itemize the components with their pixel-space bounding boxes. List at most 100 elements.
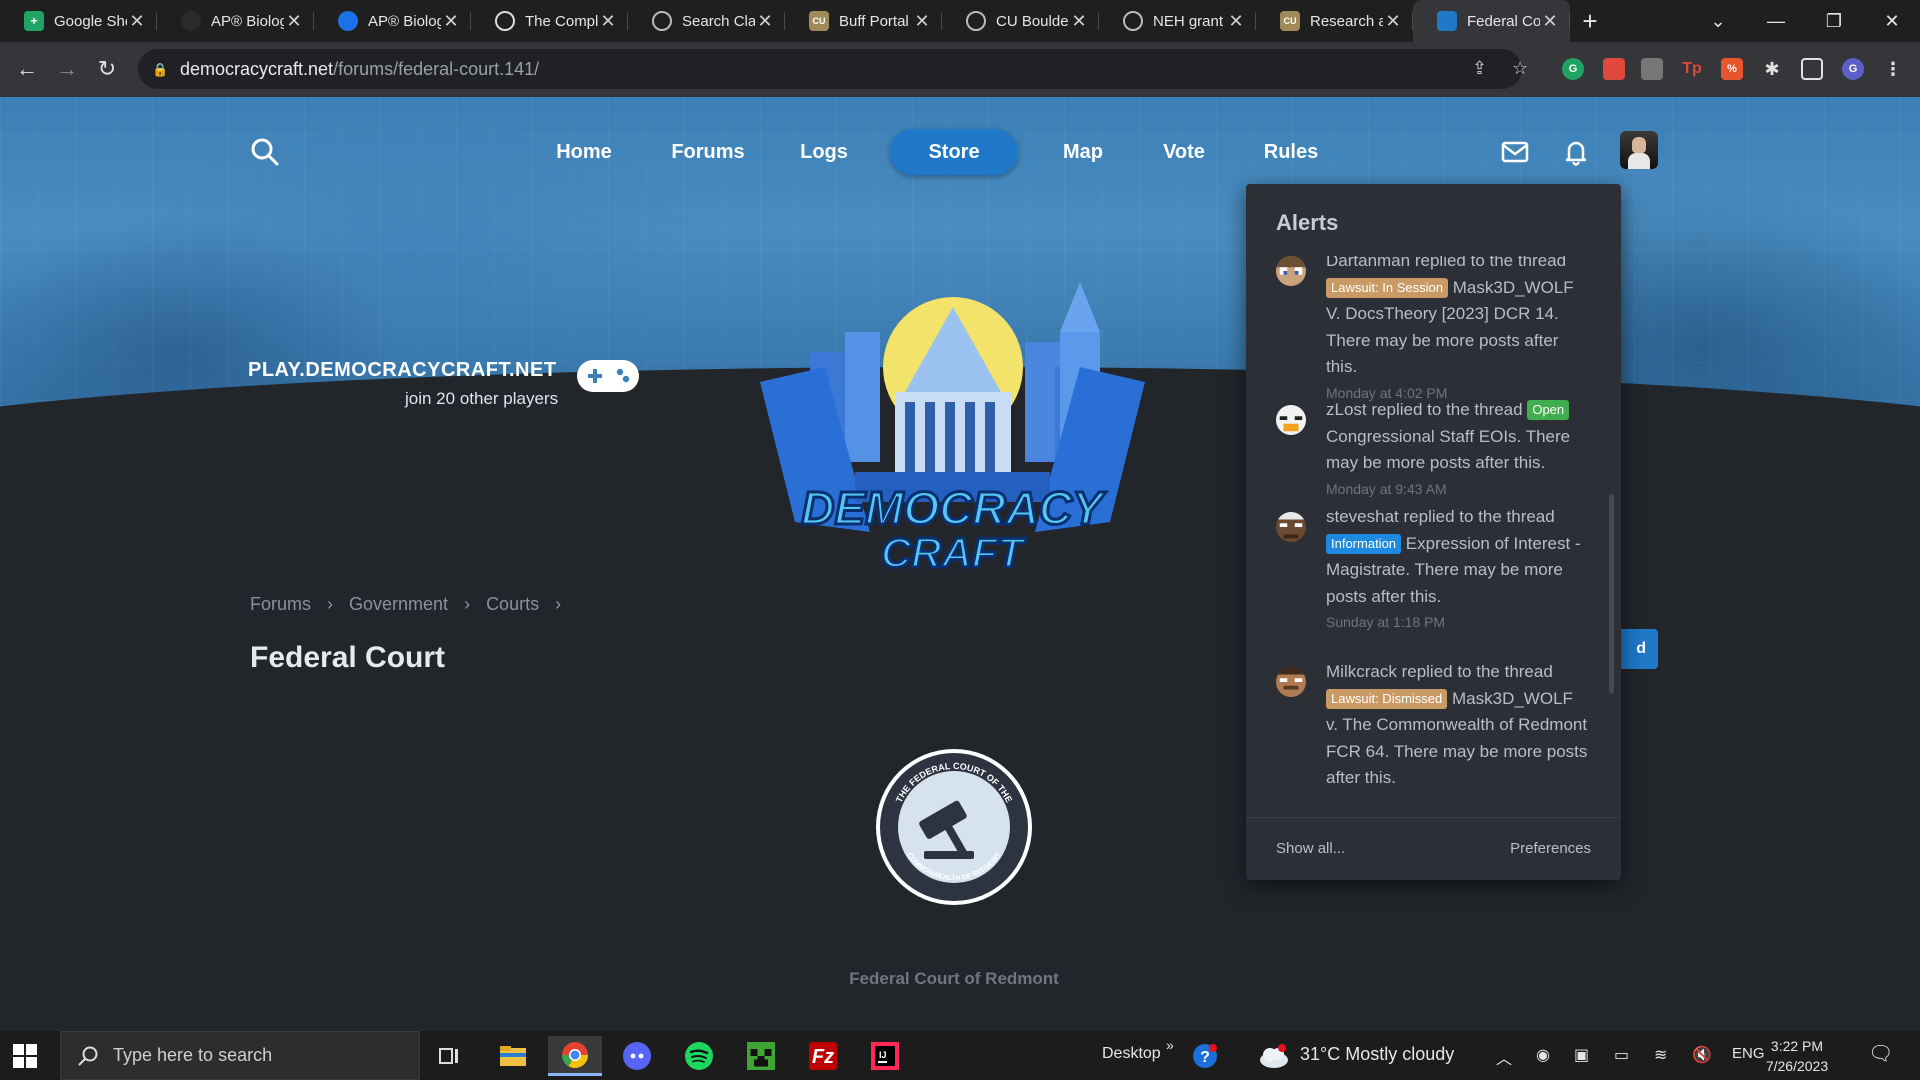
windows-start-icon[interactable] xyxy=(12,1043,38,1069)
nav-vote[interactable]: Vote xyxy=(1156,129,1212,175)
taskbar-search-input[interactable]: Type here to search xyxy=(60,1031,420,1080)
browser-tab[interactable]: + Google Sheets ✕ xyxy=(0,0,157,42)
mail-icon[interactable] xyxy=(1500,137,1530,167)
browser-tab[interactable]: AP® Biology ✕ xyxy=(157,0,314,42)
new-tab-button[interactable]: + xyxy=(1570,0,1610,42)
alert-user[interactable]: Dartanman xyxy=(1326,256,1410,270)
minecraft-avatar[interactable] xyxy=(1276,405,1306,435)
preferences-link[interactable]: Preferences xyxy=(1510,840,1591,857)
battery-icon[interactable]: ▭ xyxy=(1614,1045,1629,1065)
alerts-scrollbar[interactable] xyxy=(1609,494,1614,694)
tab-search-icon[interactable]: ⌄ xyxy=(1690,0,1746,42)
close-icon[interactable]: ✕ xyxy=(1383,11,1403,32)
browser-tab[interactable]: NEH grant ✕ xyxy=(1099,0,1256,42)
chevron-more-icon[interactable]: » xyxy=(1166,1037,1174,1053)
tab-title: AP® Biology xyxy=(211,12,284,30)
window-close-icon[interactable]: ✕ xyxy=(1864,0,1920,42)
alert-user[interactable]: Milkcrack xyxy=(1326,662,1397,681)
browser-tab-active[interactable]: Federal Court ✕ xyxy=(1413,0,1570,42)
back-icon[interactable]: ← xyxy=(10,52,44,86)
url-text: democracycraft.net/forums/federal-court.… xyxy=(180,58,540,79)
speaker-muted-icon[interactable]: 🔇 xyxy=(1692,1045,1712,1065)
democracycraft-logo[interactable]: DEMOCRACY CRAFT xyxy=(755,272,1150,582)
alert-body: steveshat replied to the thread Informat… xyxy=(1326,504,1588,632)
nav-rules[interactable]: Rules xyxy=(1260,129,1322,175)
extension-icon[interactable] xyxy=(1641,58,1663,80)
browser-tab[interactable]: CU Research and ✕ xyxy=(1256,0,1413,42)
alert-time: Sunday at 1:18 PM xyxy=(1326,614,1446,630)
extension-icon[interactable] xyxy=(1603,58,1625,80)
nav-store[interactable]: Store xyxy=(890,129,1018,175)
close-icon[interactable]: ✕ xyxy=(1226,11,1246,32)
side-panel-icon[interactable] xyxy=(1801,58,1823,80)
minecraft-avatar[interactable] xyxy=(1276,512,1306,542)
nav-home[interactable]: Home xyxy=(548,129,620,175)
filezilla-icon[interactable]: Fz xyxy=(796,1036,850,1076)
share-icon[interactable]: ⇪ xyxy=(1472,58,1487,79)
reload-icon[interactable]: ↻ xyxy=(90,52,124,86)
address-bar[interactable]: 🔒 democracycraft.net/forums/federal-cour… xyxy=(138,49,1522,89)
close-icon[interactable]: ✕ xyxy=(598,11,618,32)
show-all-link[interactable]: Show all... xyxy=(1276,840,1345,857)
alert-user[interactable]: steveshat xyxy=(1326,507,1399,526)
restore-icon[interactable]: ❐ xyxy=(1806,0,1862,42)
browser-tab[interactable]: The Complete ✕ xyxy=(471,0,628,42)
browser-tab[interactable]: AP® Biology ✕ xyxy=(314,0,471,42)
discord-icon[interactable] xyxy=(610,1036,664,1076)
user-avatar[interactable] xyxy=(1620,131,1658,169)
search-icon[interactable] xyxy=(250,137,280,167)
nav-logs[interactable]: Logs xyxy=(796,129,852,175)
minecraft-icon[interactable] xyxy=(734,1036,788,1076)
close-icon[interactable]: ✕ xyxy=(1540,11,1560,32)
minecraft-avatar[interactable] xyxy=(1276,256,1306,286)
alert-thread[interactable]: Congressional Staff EOIs. There may be m… xyxy=(1326,427,1570,473)
close-icon[interactable]: ✕ xyxy=(1069,11,1089,32)
browser-tab[interactable]: CU Boulder ✕ xyxy=(942,0,1099,42)
bookmark-star-icon[interactable]: ☆ xyxy=(1512,58,1528,79)
close-icon[interactable]: ✕ xyxy=(755,11,775,32)
forward-icon[interactable]: → xyxy=(50,52,84,86)
gamepad-icon[interactable] xyxy=(576,359,640,393)
chrome-icon[interactable] xyxy=(548,1036,602,1076)
close-icon[interactable]: ✕ xyxy=(284,11,304,32)
notifications-icon[interactable]: 🗨 xyxy=(1868,1041,1893,1066)
breadcrumb-courts[interactable]: Courts xyxy=(486,594,539,615)
extension-icon[interactable]: Tp xyxy=(1681,58,1703,80)
help-icon[interactable]: ? xyxy=(1180,1036,1230,1076)
breadcrumb-government[interactable]: Government xyxy=(349,594,448,615)
chevron-up-icon[interactable]: ︿ xyxy=(1496,1045,1512,1069)
task-view-icon[interactable] xyxy=(422,1036,476,1076)
nav-forums[interactable]: Forums xyxy=(668,129,748,175)
spotify-icon[interactable] xyxy=(672,1036,726,1076)
weather-text[interactable]: 31°C Mostly cloudy xyxy=(1300,1044,1454,1065)
puzzle-icon[interactable]: ✱ xyxy=(1761,58,1783,80)
nav-map[interactable]: Map xyxy=(1058,129,1108,175)
minecraft-avatar[interactable] xyxy=(1276,667,1306,697)
profile-avatar[interactable]: G xyxy=(1842,58,1864,80)
intellij-icon[interactable]: IJ xyxy=(858,1036,912,1076)
browser-tab[interactable]: Search Classes ✕ xyxy=(628,0,785,42)
browser-tab[interactable]: CU Buff Portal ✕ xyxy=(785,0,942,42)
wifi-icon[interactable]: ≋ xyxy=(1654,1045,1667,1065)
minimize-icon[interactable]: — xyxy=(1748,0,1804,42)
close-icon[interactable]: ✕ xyxy=(441,11,461,32)
federal-court-seal: THE FEDERAL COURT OF THE COMMONWEALTH OF… xyxy=(876,749,1032,905)
alert-time: Monday at 9:43 AM xyxy=(1326,480,1447,497)
extension-icon[interactable]: % xyxy=(1721,58,1743,80)
file-explorer-icon[interactable] xyxy=(486,1036,540,1076)
bell-icon[interactable] xyxy=(1561,137,1591,167)
menu-icon[interactable]: ⋮ xyxy=(1882,58,1904,80)
close-icon[interactable]: ✕ xyxy=(912,11,932,32)
display-icon[interactable]: ▣ xyxy=(1574,1045,1589,1065)
server-ip[interactable]: PLAY.DEMOCRACYCRAFT.NET xyxy=(248,359,557,382)
alert-user[interactable]: zLost xyxy=(1326,400,1367,419)
clock[interactable]: 3:22 PM 7/26/2023 xyxy=(1752,1036,1842,1076)
record-icon[interactable]: ◉ xyxy=(1536,1045,1550,1065)
weather-cloud-icon[interactable] xyxy=(1252,1036,1296,1076)
alerts-list[interactable]: Dartanman replied to the thread Lawsuit:… xyxy=(1246,256,1621,817)
grammarly-icon[interactable]: G xyxy=(1562,58,1584,80)
desktop-toolbar[interactable]: Desktop xyxy=(1102,1045,1161,1063)
close-icon[interactable]: ✕ xyxy=(127,11,147,32)
breadcrumb-forums[interactable]: Forums xyxy=(250,594,311,615)
tab-title: NEH grant xyxy=(1153,12,1224,30)
